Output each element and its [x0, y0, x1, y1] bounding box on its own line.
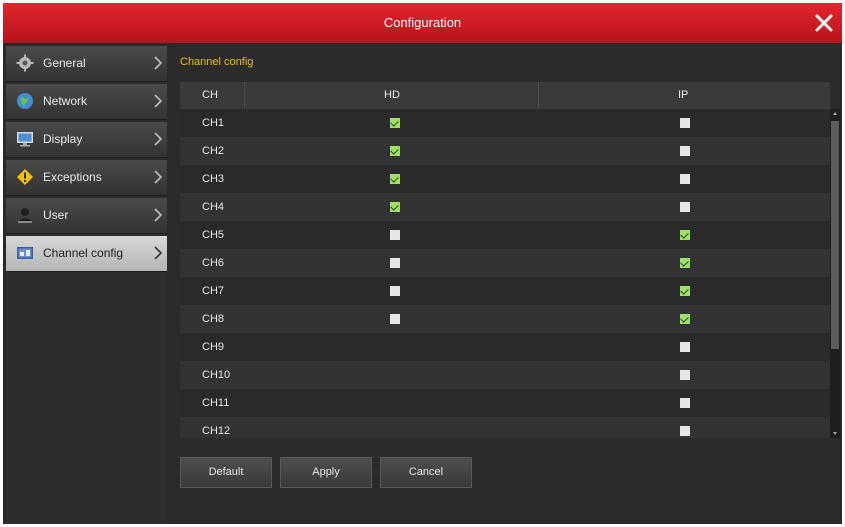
table-row: CH1 [180, 109, 830, 137]
ip-checkbox[interactable] [680, 398, 690, 408]
channel-label: CH12 [202, 425, 231, 437]
hd-checkbox[interactable] [390, 202, 400, 212]
ip-checkbox[interactable] [680, 426, 690, 436]
chevron-right-icon [154, 56, 163, 70]
scrollbar-thumb[interactable] [831, 121, 839, 349]
hd-checkbox[interactable] [390, 146, 400, 156]
warning-icon [17, 169, 33, 185]
scroll-down-icon[interactable] [833, 432, 837, 435]
sidebar-item-label: Network [43, 94, 88, 108]
channel-label: CH4 [202, 201, 225, 213]
channel-label: CH9 [202, 341, 225, 353]
user-icon [18, 208, 32, 223]
apply-button[interactable]: Apply [280, 457, 372, 488]
table-row: CH3 [180, 165, 830, 193]
sidebar-item-network[interactable]: Network [6, 84, 167, 120]
hd-checkbox[interactable] [390, 314, 400, 324]
hd-checkbox[interactable] [390, 118, 400, 128]
ip-checkbox[interactable] [680, 202, 690, 212]
configuration-window: Configuration General Network Display Ex… [3, 3, 842, 524]
table-row: CH6 [180, 249, 830, 277]
chevron-right-icon [154, 94, 163, 108]
sidebar-item-exceptions[interactable]: Exceptions [6, 160, 167, 196]
column-header-hd: HD [384, 89, 400, 101]
table-row: CH10 [180, 361, 830, 389]
hd-checkbox[interactable] [390, 174, 400, 184]
sidebar-item-user[interactable]: User [6, 198, 167, 234]
ip-checkbox[interactable] [680, 314, 690, 324]
ip-checkbox[interactable] [680, 286, 690, 296]
ip-checkbox[interactable] [680, 370, 690, 380]
ip-checkbox[interactable] [680, 174, 690, 184]
channel-table: CH HD IP CH1 CH2 CH3 CH4 CH5 CH6 CH7 CH8… [180, 82, 830, 438]
sidebar-item-label: Exceptions [43, 170, 102, 184]
sidebar: General Network Display Exceptions User … [6, 46, 167, 524]
window-title: Configuration [383, 15, 462, 30]
close-icon[interactable] [812, 11, 836, 35]
column-divider [244, 82, 245, 109]
hd-checkbox[interactable] [390, 258, 400, 268]
scroll-up-icon[interactable] [833, 112, 837, 115]
chevron-right-icon [154, 170, 163, 184]
column-header-ch: CH [202, 89, 218, 101]
gear-icon [16, 54, 34, 72]
sidebar-item-label: Display [43, 132, 83, 146]
table-row: CH7 [180, 277, 830, 305]
channel-label: CH3 [202, 173, 225, 185]
hd-checkbox[interactable] [390, 230, 400, 240]
section-title: Channel config [180, 56, 254, 68]
ip-checkbox[interactable] [680, 258, 690, 268]
sidebar-item-label: Channel config [43, 246, 124, 260]
table-row: CH8 [180, 305, 830, 333]
title-bar: Configuration [3, 3, 842, 43]
monitor-icon [17, 132, 33, 147]
table-row: CH9 [180, 333, 830, 361]
ip-checkbox[interactable] [680, 342, 690, 352]
channel-label: CH6 [202, 257, 225, 269]
ip-checkbox[interactable] [680, 230, 690, 240]
table-row: CH2 [180, 137, 830, 165]
chevron-right-icon [154, 208, 163, 222]
chevron-right-icon [154, 246, 163, 260]
channel-icon [17, 247, 33, 259]
sidebar-item-channel-config[interactable]: Channel config [6, 236, 167, 272]
table-row: CH5 [180, 221, 830, 249]
channel-label: CH7 [202, 285, 225, 297]
default-button[interactable]: Default [180, 457, 272, 488]
vertical-scrollbar[interactable] [830, 109, 840, 438]
table-row: CH12 [180, 417, 830, 438]
sidebar-item-display[interactable]: Display [6, 122, 167, 158]
channel-label: CH8 [202, 313, 225, 325]
ip-checkbox[interactable] [680, 146, 690, 156]
hd-checkbox[interactable] [390, 286, 400, 296]
cancel-button[interactable]: Cancel [380, 457, 472, 488]
sidebar-item-general[interactable]: General [6, 46, 167, 82]
sidebar-item-label: User [43, 208, 69, 222]
channel-label: CH10 [202, 369, 231, 381]
table-header: CH HD IP [180, 82, 830, 109]
ip-checkbox[interactable] [680, 118, 690, 128]
column-header-ip: IP [678, 89, 689, 101]
channel-label: CH1 [202, 117, 225, 129]
table-row: CH11 [180, 389, 830, 417]
globe-icon [17, 93, 33, 109]
chevron-right-icon [154, 132, 163, 146]
main-panel: Channel config CH HD IP CH1 CH2 CH3 CH4 … [170, 46, 842, 524]
channel-label: CH11 [202, 397, 230, 409]
channel-label: CH2 [202, 145, 225, 157]
sidebar-item-label: General [43, 56, 86, 70]
table-row: CH4 [180, 193, 830, 221]
column-divider [538, 82, 539, 109]
channel-label: CH5 [202, 229, 225, 241]
